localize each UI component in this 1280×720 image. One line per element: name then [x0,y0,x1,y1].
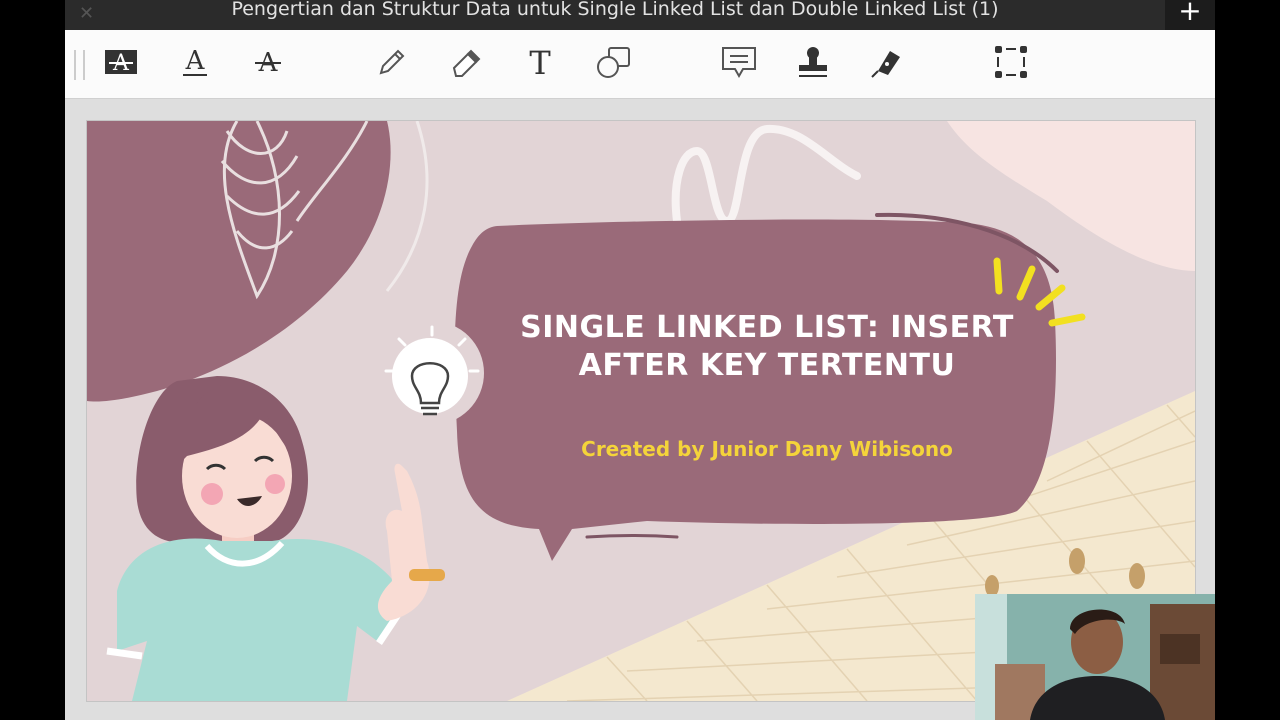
svg-text:T: T [529,46,551,78]
eraser-icon[interactable] [446,42,486,82]
strikethrough-text-icon[interactable]: A [248,42,288,82]
stamp-icon[interactable] [793,42,833,82]
window-title: Pengertian dan Struktur Data untuk Singl… [231,0,999,20]
slide-title-line1: Single Linked List: Insert [520,310,1014,345]
slide-subtitle: Created by Junior Dany Wibisono [581,437,953,461]
new-tab-button[interactable]: + [1165,0,1215,30]
slide-title-block: Single Linked List: Insert After Key Ter… [467,309,1067,461]
slide-title: Single Linked List: Insert After Key Ter… [467,309,1067,385]
signature-pen-icon[interactable] [867,42,907,82]
title-bar: ✕ Pengertian dan Struktur Data untuk Sin… [65,0,1215,30]
selection-icon[interactable] [991,42,1031,82]
toolbar-grip-handle[interactable] [74,50,85,80]
slide-title-line2: After Key Tertentu [578,348,956,383]
svg-text:A: A [185,46,206,76]
shapes-icon[interactable] [594,42,634,82]
highlight-text-icon[interactable]: A [101,42,141,82]
text-tool-icon[interactable]: T [520,42,560,82]
pencil-icon[interactable] [372,42,412,82]
underline-text-icon[interactable]: A [175,42,215,82]
annotation-toolbar: A A A T [65,30,1215,99]
girl-character [106,376,445,701]
webcam-overlay [975,594,1215,720]
comment-icon[interactable] [719,42,759,82]
